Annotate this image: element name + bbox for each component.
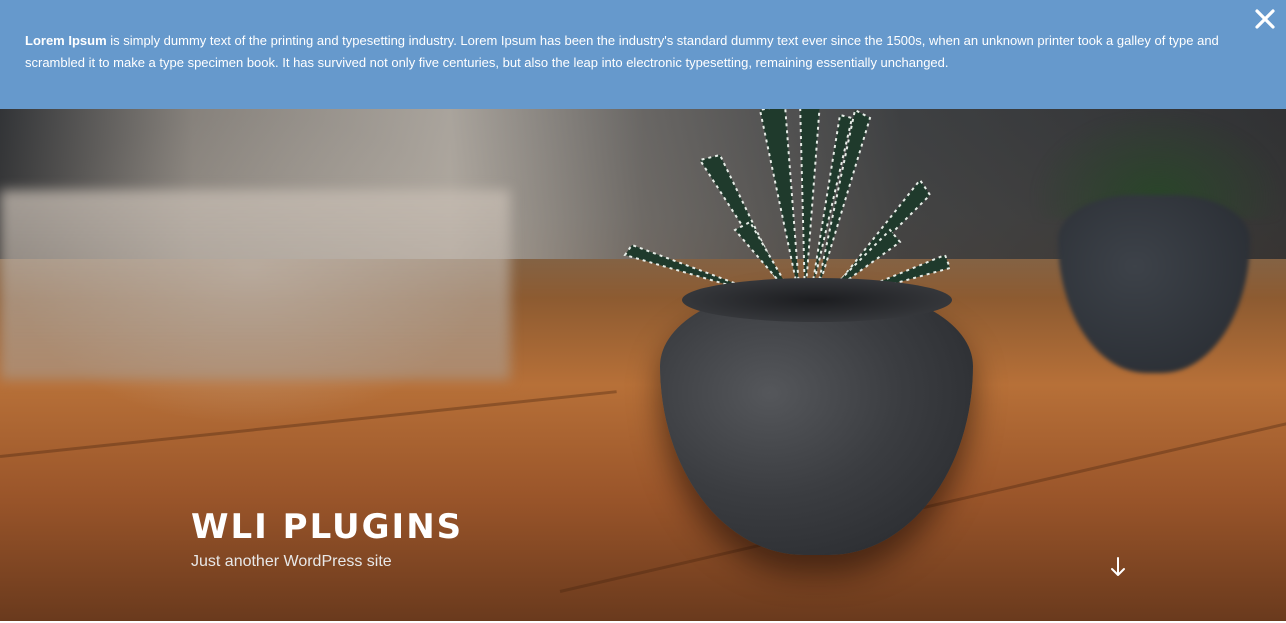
arrow-down-icon xyxy=(1111,557,1125,576)
notification-banner: Lorem Ipsum is simply dummy text of the … xyxy=(0,0,1286,109)
banner-text: is simply dummy text of the printing and… xyxy=(25,33,1219,70)
plant-pot-rim xyxy=(682,278,952,322)
banner-message: Lorem Ipsum is simply dummy text of the … xyxy=(25,33,1219,70)
scroll-down-button[interactable] xyxy=(1108,556,1128,578)
banner-close-button[interactable] xyxy=(1252,6,1278,32)
close-icon xyxy=(1255,9,1275,29)
site-title[interactable]: WLI PLUGINS xyxy=(191,505,463,549)
banner-bold-lead: Lorem Ipsum xyxy=(25,33,107,48)
site-description: Just another WordPress site xyxy=(191,553,392,570)
